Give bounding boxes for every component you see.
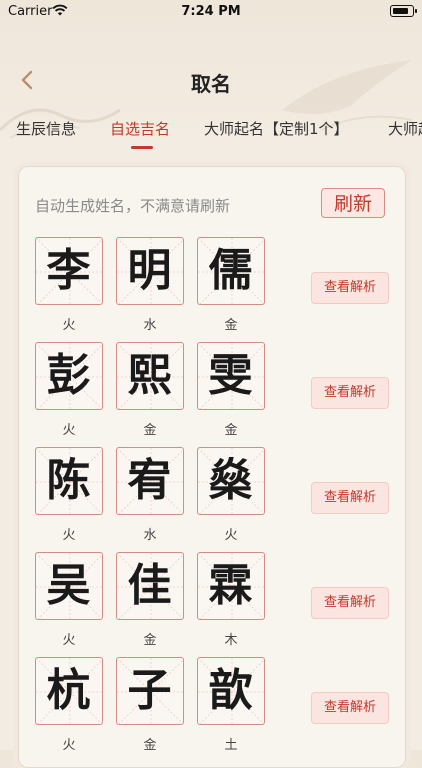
- name-character: 明: [127, 245, 172, 296]
- char-box: 吴: [35, 552, 103, 620]
- five-element-label: 火: [62, 528, 76, 543]
- name-character: 霖: [208, 560, 253, 611]
- name-character: 歆: [208, 665, 253, 716]
- char-box: 佳: [116, 552, 184, 620]
- char-box: 歆: [197, 657, 265, 725]
- name-card: 自动生成姓名，不满意请刷新 刷新 李火明水儒金查看解析彭火熙金雯金查看解析陈火宥…: [18, 166, 406, 768]
- char-box: 陈: [35, 447, 103, 515]
- name-character: 雯: [208, 350, 253, 401]
- five-element-label: 火: [62, 318, 76, 333]
- five-element-label: 火: [62, 633, 76, 648]
- back-button[interactable]: [14, 66, 42, 94]
- name-character: 子: [127, 665, 172, 716]
- name-character: 彭: [46, 350, 91, 401]
- name-character: 吴: [46, 560, 91, 611]
- view-analysis-button[interactable]: 查看解析: [311, 587, 389, 619]
- name-character: 陈: [46, 455, 91, 506]
- clock: 7:24 PM: [181, 4, 241, 19]
- five-element-label: 金: [224, 318, 238, 333]
- five-element-label: 火: [62, 423, 76, 438]
- view-analysis-button[interactable]: 查看解析: [311, 482, 389, 514]
- tab-master-naming[interactable]: 大师起: [388, 118, 422, 139]
- battery-icon: [390, 5, 417, 17]
- tab-birth-info[interactable]: 生辰信息: [16, 118, 76, 139]
- five-element-label: 火: [224, 528, 238, 543]
- tab-bar: 生辰信息 自选吉名 大师起名【定制1个】 大师起: [0, 112, 422, 156]
- name-row: 吴火 佳金 霖木 查看解析: [35, 552, 395, 657]
- char-box: 彭: [35, 342, 103, 410]
- name-row: 李火 明水 儒金 查看解析: [35, 237, 395, 342]
- name-character: 李: [46, 245, 91, 296]
- char-box: 燊: [197, 447, 265, 515]
- five-element-label: 水: [143, 528, 157, 543]
- name-row: 陈火 宥水 燊火 查看解析: [35, 447, 395, 552]
- char-box: 熙: [116, 342, 184, 410]
- nav-bar: 取名: [0, 58, 422, 102]
- char-box: 儒: [197, 237, 265, 305]
- name-character: 杭: [46, 665, 91, 716]
- chevron-left-icon: [21, 70, 33, 90]
- five-element-label: 金: [143, 738, 157, 753]
- view-analysis-button[interactable]: 查看解析: [311, 377, 389, 409]
- char-box: 杭: [35, 657, 103, 725]
- refresh-button[interactable]: 刷新: [321, 188, 385, 218]
- five-element-label: 水: [143, 318, 157, 333]
- char-box: 李: [35, 237, 103, 305]
- five-element-label: 火: [62, 738, 76, 753]
- status-bar: Carrier 7:24 PM: [0, 0, 422, 24]
- active-tab-indicator: [131, 146, 153, 149]
- five-element-label: 金: [224, 423, 238, 438]
- five-element-label: 木: [224, 633, 238, 648]
- char-box: 霖: [197, 552, 265, 620]
- char-box: 明: [116, 237, 184, 305]
- char-box: 子: [116, 657, 184, 725]
- name-character: 儒: [208, 245, 253, 296]
- name-character: 宥: [127, 455, 172, 506]
- hint-text: 自动生成姓名，不满意请刷新: [35, 197, 231, 215]
- name-character: 熙: [127, 350, 172, 401]
- five-element-label: 金: [143, 633, 157, 648]
- five-element-label: 金: [143, 423, 157, 438]
- name-row: 彭火 熙金 雯金 查看解析: [35, 342, 395, 447]
- view-analysis-button[interactable]: 查看解析: [311, 692, 389, 724]
- name-character: 燊: [208, 455, 253, 506]
- name-row: 杭火 子金 歆土 查看解析: [35, 657, 395, 762]
- tab-master-naming-custom[interactable]: 大师起名【定制1个】: [204, 118, 349, 139]
- char-box: 雯: [197, 342, 265, 410]
- name-character: 佳: [127, 560, 172, 611]
- tab-self-select-names[interactable]: 自选吉名: [110, 118, 170, 139]
- five-element-label: 土: [224, 738, 238, 753]
- view-analysis-button[interactable]: 查看解析: [311, 272, 389, 304]
- page-title: 取名: [191, 72, 231, 96]
- char-box: 宥: [116, 447, 184, 515]
